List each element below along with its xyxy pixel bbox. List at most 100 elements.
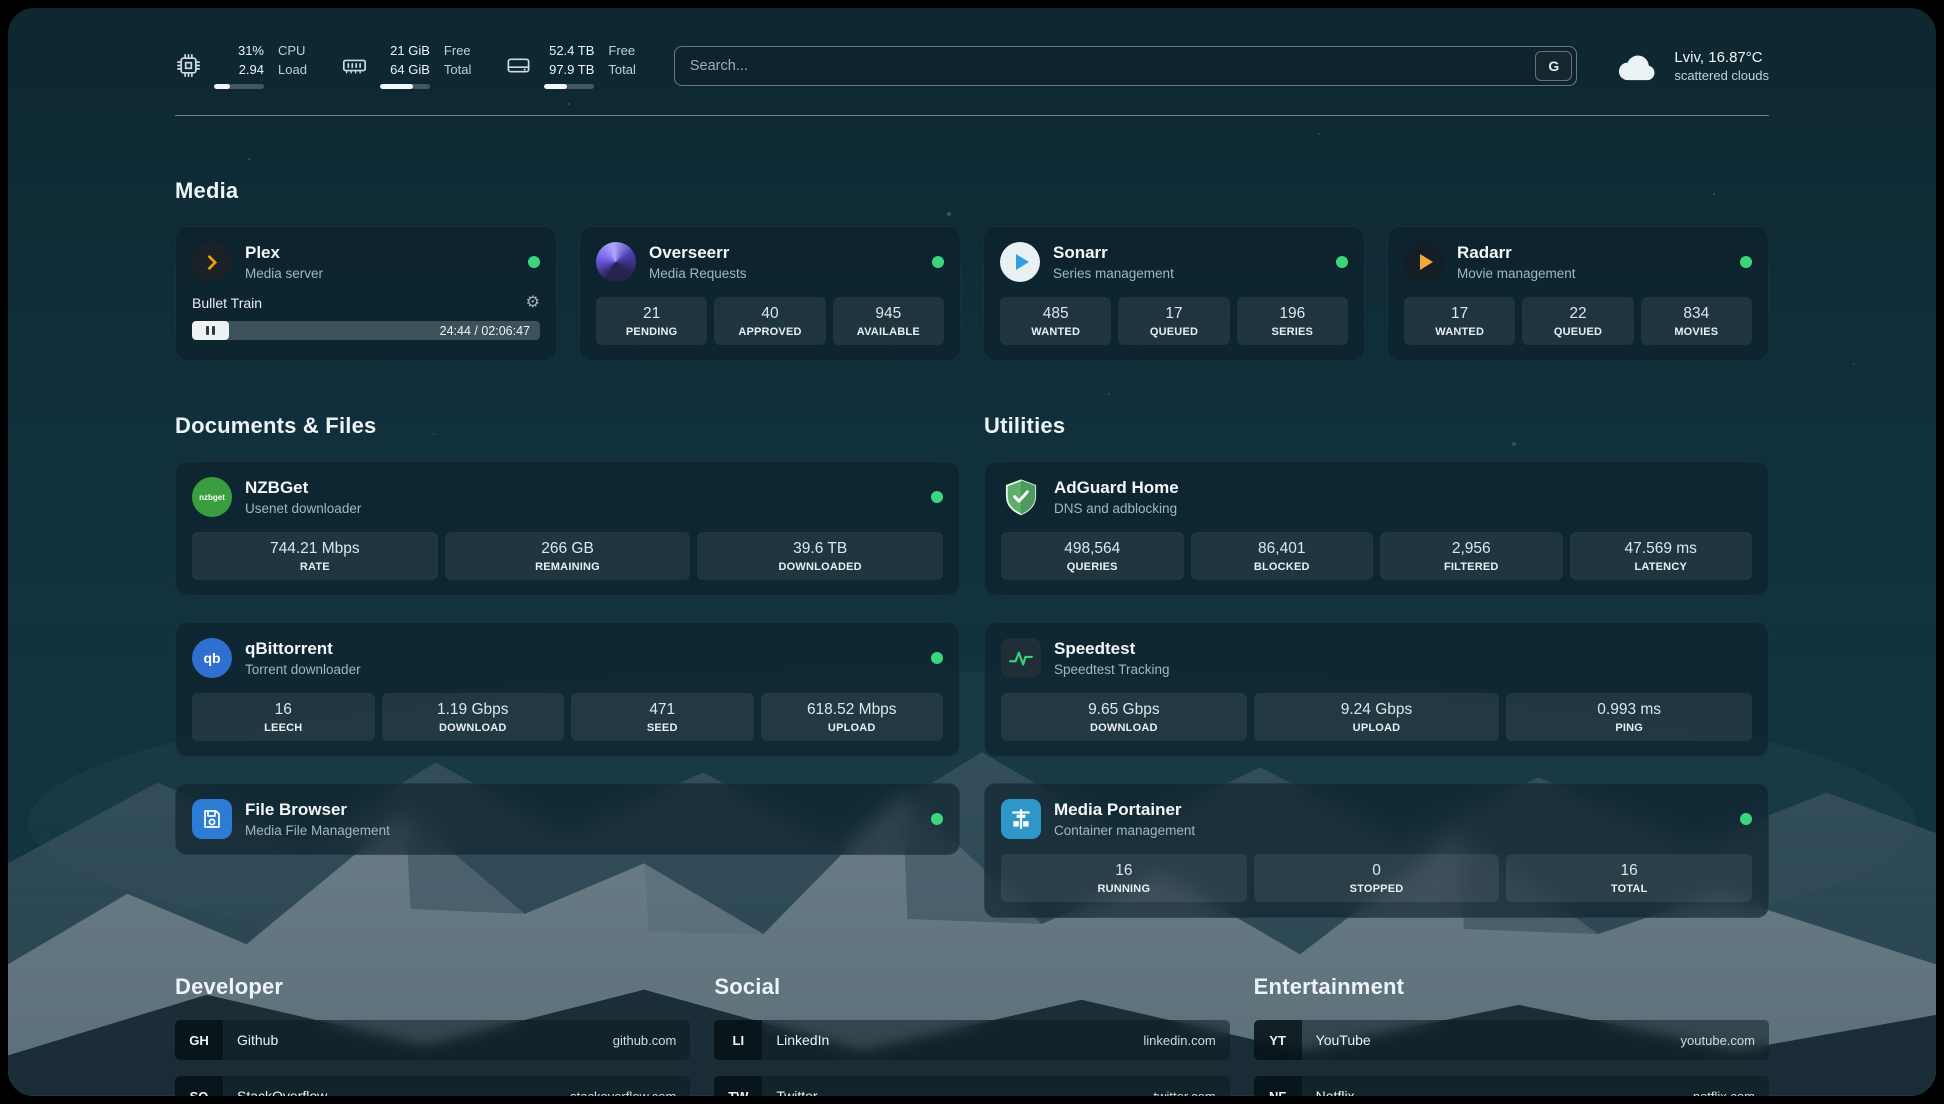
dashboard-content: 31% 2.94 CPU Load bbox=[8, 8, 1936, 1096]
stat-tile: 9.65 Gbps DOWNLOAD bbox=[1001, 693, 1247, 741]
storage-total-label: Total bbox=[608, 61, 635, 78]
stat-tile: 16 LEECH bbox=[192, 693, 375, 741]
section-documents: Documents & Files nzbget NZBGet Usenet d… bbox=[175, 413, 960, 855]
bookmark-url: twitter.com bbox=[1154, 1089, 1216, 1097]
weather-widget[interactable]: Lviv, 16.87°C scattered clouds bbox=[1615, 48, 1769, 84]
service-card-adguard[interactable]: AdGuard Home DNS and adblocking 498,564 … bbox=[984, 461, 1769, 596]
bookmark-github[interactable]: GH Github github.com bbox=[175, 1020, 690, 1060]
service-card-overseerr[interactable]: Overseerr Media Requests 21 PENDING 40 A… bbox=[579, 226, 961, 361]
bookmark-url: linkedin.com bbox=[1143, 1033, 1215, 1048]
stat-tile: 196 SERIES bbox=[1237, 297, 1348, 345]
service-subtitle: Media server bbox=[245, 266, 323, 281]
bookmark-abbr: LI bbox=[714, 1020, 762, 1060]
overseerr-icon bbox=[596, 242, 636, 282]
service-subtitle: Usenet downloader bbox=[245, 501, 361, 516]
dashboard-screen: 31% 2.94 CPU Load bbox=[8, 8, 1936, 1096]
service-name: Overseerr bbox=[649, 243, 747, 263]
service-card-nzbget[interactable]: nzbget NZBGet Usenet downloader 744.21 M… bbox=[175, 461, 960, 596]
stat-tile: 471 SEED bbox=[571, 693, 754, 741]
bookmark-name: StackOverflow bbox=[237, 1088, 327, 1096]
storage-free-value: 52.4 TB bbox=[549, 42, 594, 59]
nzbget-icon: nzbget bbox=[192, 477, 232, 517]
service-card-portainer[interactable]: Media Portainer Container management 16 … bbox=[984, 783, 1769, 918]
memory-free-value: 21 GiB bbox=[390, 42, 430, 59]
service-subtitle: Container management bbox=[1054, 823, 1195, 838]
stat-tile: 22 QUEUED bbox=[1522, 297, 1633, 345]
portainer-crane-icon bbox=[1001, 799, 1041, 839]
stat-tile: 485 WANTED bbox=[1000, 297, 1111, 345]
bookmark-twitter[interactable]: TW Twitter twitter.com bbox=[714, 1076, 1229, 1096]
section-title-developer: Developer bbox=[175, 974, 690, 1000]
service-card-radarr[interactable]: Radarr Movie management 17 WANTED 22 QUE… bbox=[1387, 226, 1769, 361]
service-name: Plex bbox=[245, 243, 323, 263]
service-subtitle: DNS and adblocking bbox=[1054, 501, 1179, 516]
sonarr-icon bbox=[1000, 242, 1040, 282]
bookmark-abbr: SO bbox=[175, 1076, 223, 1096]
stat-tile: 16 TOTAL bbox=[1506, 854, 1752, 902]
stat-tile: 0.993 ms PING bbox=[1506, 693, 1752, 741]
top-bar: 31% 2.94 CPU Load bbox=[175, 42, 1769, 89]
service-card-qbittorrent[interactable]: qb qBittorrent Torrent downloader 16 LEE… bbox=[175, 622, 960, 757]
gear-icon[interactable]: ⚙ bbox=[526, 295, 540, 311]
bookmark-name: Twitter bbox=[776, 1088, 817, 1096]
cpu-chip-icon bbox=[175, 52, 202, 79]
cpu-load-label: Load bbox=[278, 61, 307, 78]
stat-tile: 945 AVAILABLE bbox=[833, 297, 944, 345]
stat-tile: 17 QUEUED bbox=[1118, 297, 1229, 345]
stat-tile: 39.6 TB DOWNLOADED bbox=[697, 532, 943, 580]
memory-total-label: Total bbox=[444, 61, 471, 78]
bookmark-stackoverflow[interactable]: SO StackOverflow stackoverflow.com bbox=[175, 1076, 690, 1096]
bookmark-abbr: GH bbox=[175, 1020, 223, 1060]
bookmark-netflix[interactable]: NF Netflix netflix.com bbox=[1254, 1076, 1769, 1096]
playback-progress-bar[interactable]: 24:44 / 02:06:47 bbox=[192, 321, 540, 340]
storage-free-label: Free bbox=[608, 42, 635, 59]
search-input[interactable] bbox=[674, 46, 1577, 86]
service-subtitle: Series management bbox=[1053, 266, 1174, 281]
search-engine-button[interactable]: G bbox=[1535, 51, 1572, 81]
cloud-icon bbox=[1615, 49, 1661, 83]
bookmark-abbr: YT bbox=[1254, 1020, 1302, 1060]
status-online-dot bbox=[1336, 256, 1348, 268]
storage-widget: 52.4 TB 97.9 TB Free Total bbox=[505, 42, 635, 89]
bookmark-abbr: TW bbox=[714, 1076, 762, 1096]
cpu-label: CPU bbox=[278, 42, 307, 59]
memory-widget: 21 GiB 64 GiB Free Total bbox=[341, 42, 471, 89]
memory-free-label: Free bbox=[444, 42, 471, 59]
bookmark-url: github.com bbox=[613, 1033, 677, 1048]
cpu-percent: 31% bbox=[238, 42, 264, 59]
bookmark-youtube[interactable]: YT YouTube youtube.com bbox=[1254, 1020, 1769, 1060]
stat-tile: 86,401 BLOCKED bbox=[1191, 532, 1374, 580]
memory-usage-bar bbox=[380, 84, 430, 89]
bookmark-name: LinkedIn bbox=[776, 1032, 829, 1048]
section-title-social: Social bbox=[714, 974, 1229, 1000]
bookmark-group-developer: Developer GH Github github.com SO StackO… bbox=[175, 974, 690, 1096]
speedtest-waveform-icon bbox=[1001, 638, 1041, 678]
service-card-speedtest[interactable]: Speedtest Speedtest Tracking 9.65 Gbps D… bbox=[984, 622, 1769, 757]
qbittorrent-icon: qb bbox=[192, 638, 232, 678]
service-subtitle: Media File Management bbox=[245, 823, 390, 838]
service-name: AdGuard Home bbox=[1054, 478, 1179, 498]
storage-usage-bar bbox=[544, 84, 594, 89]
bookmark-linkedin[interactable]: LI LinkedIn linkedin.com bbox=[714, 1020, 1229, 1060]
stat-tile: 17 WANTED bbox=[1404, 297, 1515, 345]
cpu-widget: 31% 2.94 CPU Load bbox=[175, 42, 307, 89]
weather-location: Lviv, 16.87°C bbox=[1674, 48, 1769, 67]
section-title-utilities: Utilities bbox=[984, 413, 1769, 439]
service-card-filebrowser[interactable]: File Browser Media File Management bbox=[175, 783, 960, 855]
pause-button[interactable] bbox=[192, 321, 229, 340]
service-name: Speedtest bbox=[1054, 639, 1170, 659]
service-card-sonarr[interactable]: Sonarr Series management 485 WANTED 17 Q… bbox=[983, 226, 1365, 361]
cpu-usage-bar bbox=[214, 84, 264, 89]
stat-tile: 9.24 Gbps UPLOAD bbox=[1254, 693, 1500, 741]
stat-tile: 266 GB REMAINING bbox=[445, 532, 691, 580]
stat-tile: 834 MOVIES bbox=[1641, 297, 1752, 345]
filebrowser-icon bbox=[192, 799, 232, 839]
section-utilities: Utilities bbox=[984, 413, 1769, 918]
service-name: qBittorrent bbox=[245, 639, 361, 659]
service-card-plex[interactable]: Plex Media server Bullet Train ⚙ 24:44 /… bbox=[175, 226, 557, 361]
plex-icon bbox=[192, 242, 232, 282]
service-name: Sonarr bbox=[1053, 243, 1174, 263]
service-name: Media Portainer bbox=[1054, 800, 1195, 820]
service-subtitle: Movie management bbox=[1457, 266, 1576, 281]
status-online-dot bbox=[1740, 256, 1752, 268]
